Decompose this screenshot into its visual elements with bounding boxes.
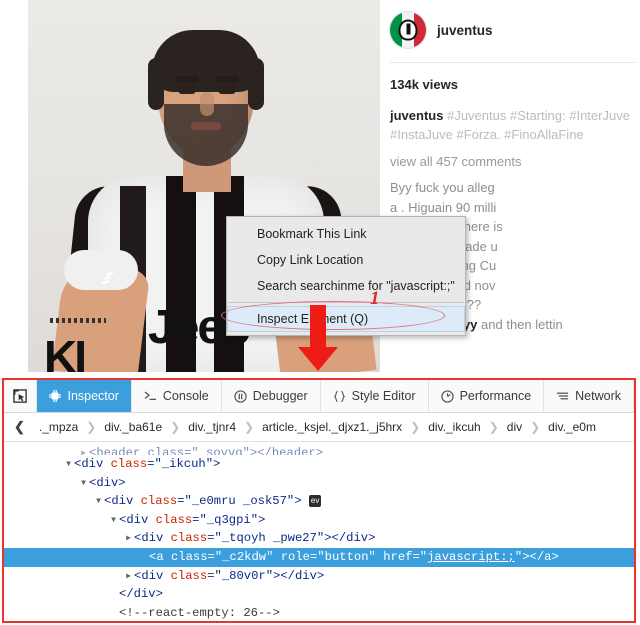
tab-label: Network [575,389,621,403]
tab-label: Performance [459,389,532,403]
element-picker-button[interactable] [4,380,38,412]
player-eyebrow [215,76,239,82]
chevron-right-icon: ❯ [244,420,255,434]
breadcrumb-item[interactable]: div [499,420,530,434]
inspector-icon [49,390,62,402]
photo-dash-detail [50,318,106,323]
juventus-crest-icon [398,19,418,41]
tab-style-editor[interactable]: Style Editor [321,380,429,412]
dom-node[interactable]: ▾ <div class="_q3gpi"> [4,511,634,530]
view-count: 134k views [390,77,458,92]
devtools-panel: Inspector Console Debugger Style Editor [2,378,636,623]
player-hair-side [248,58,264,110]
player-mouth [191,122,221,130]
twisty-icon[interactable]: ▸ [123,530,134,547]
twisty-icon[interactable]: ▸ [78,445,89,455]
tab-label: Debugger [252,389,308,403]
breadcrumb-item[interactable]: div._ba61e [96,420,170,434]
dom-tree[interactable]: ▸ <header class="_soyvg"></header> ▾ <div c… [4,442,634,623]
view-all-comments-link[interactable]: view all 457 comments [386,144,640,169]
breadcrumb-item[interactable]: article._ksjel._djxz1._j5hrx [254,420,410,434]
dom-node-selected[interactable]: <a class="_c2kdw" role="button" href="ja… [4,547,634,567]
twisty-icon[interactable]: ▾ [93,493,104,510]
dom-node[interactable]: ▸ <div class="_80v0r"></div> [4,567,634,586]
tab-label: Inspector [67,389,119,403]
twisty-icon[interactable]: ▾ [78,475,89,492]
player-eye [218,86,236,94]
dom-node[interactable]: ▾ <div class="_e0mru _osk57"> ev [4,492,634,511]
player-eye [178,86,196,94]
tab-console[interactable]: Console [132,380,222,412]
twisty-icon[interactable]: ▾ [108,512,119,529]
stopwatch-icon [440,389,454,403]
tab-label: Console [162,389,209,403]
braces-icon [333,390,346,403]
chevron-right-icon: ❯ [410,420,421,434]
twisty-icon[interactable]: ▾ [63,456,74,473]
dom-node[interactable]: ▾ <div> [4,474,634,493]
dom-node[interactable]: ▸ <header class="_soyvg"></header> [4,444,634,455]
account-username[interactable]: juventus [437,23,493,38]
menu-separator [228,302,464,303]
chevron-right-icon: ❯ [530,420,541,434]
tab-inspector[interactable]: Inspector [37,380,132,412]
list-item: a . Higuain 90 milli [390,199,497,215]
twisty-icon[interactable]: ▸ [123,568,134,585]
network-bars-icon [556,390,569,402]
twisty-icon[interactable] [138,549,149,566]
dom-node[interactable]: ▾ <div class="_ikcuh"> [4,455,634,474]
chevron-right-icon: ❯ [488,420,499,434]
photo-text-fragment: KI [44,331,87,372]
tab-debugger[interactable]: Debugger [222,380,321,412]
menu-item-inspect-element[interactable]: Inspect Element (Q) [227,306,465,332]
tab-performance[interactable]: Performance [429,380,545,412]
element-picker-icon [13,388,27,403]
event-badge[interactable]: ev [308,494,322,507]
list-item: Byy fuck you alleg [390,180,495,195]
menu-item-bookmark-this-link[interactable]: Bookmark This Link [227,221,465,247]
annotation-arrow-icon [298,305,338,371]
twisty-icon[interactable] [108,605,119,621]
player-nose [200,92,214,116]
breadcrumb-item[interactable]: div._ikcuh [420,420,488,434]
dom-node[interactable]: <!--react-empty: 26--> [4,604,634,621]
menu-item-search-for-selection[interactable]: Search searchinme for "javascript:;" [227,273,465,299]
breadcrumb-item[interactable]: div._tjnr4 [180,420,244,434]
menu-item-copy-link-location[interactable]: Copy Link Location [227,247,465,273]
dom-node[interactable]: ▸ <div class="_tqoyh _pwe27"></div> [4,529,634,548]
tab-label: Style Editor [351,389,416,403]
caption-author[interactable]: juventus [390,108,443,123]
pause-circle-icon [234,389,247,403]
dom-node[interactable]: </div> [4,622,634,623]
screenshot-root: Jeep KI juventus 134k views juventus #Ju… [0,0,640,625]
breadcrumb-scroll-left-icon[interactable]: ❮ [12,419,31,435]
breadcrumb-item[interactable]: ._mpza [31,420,86,434]
post-caption: juventus #Juventus #Starting: #InterJuve… [386,92,640,144]
twisty-icon[interactable] [108,586,119,603]
avatar[interactable] [390,12,426,48]
context-menu[interactable]: Bookmark This Link Copy Link Location Se… [221,216,466,336]
breadcrumb-item[interactable]: div._e0m [540,420,604,434]
player-eyebrow [175,76,199,82]
player-hair-side [148,58,164,110]
breadcrumb: ❮ ._mpza ❯ div._ba61e ❯ div._tjnr4 ❯ art… [4,413,634,442]
post-header: juventus [386,0,640,48]
player-hair [152,30,260,92]
devtools-toolbar: Inspector Console Debugger Style Editor [4,380,634,413]
adidas-logo-icon [101,271,114,285]
dom-node[interactable]: </div> [4,585,634,604]
chevron-right-icon: ❯ [86,420,97,434]
annotation-step-number: 1 [370,288,380,309]
tab-network[interactable]: Network [544,380,634,412]
chevron-right-icon: ❯ [170,420,181,434]
console-prompt-icon [144,390,157,402]
